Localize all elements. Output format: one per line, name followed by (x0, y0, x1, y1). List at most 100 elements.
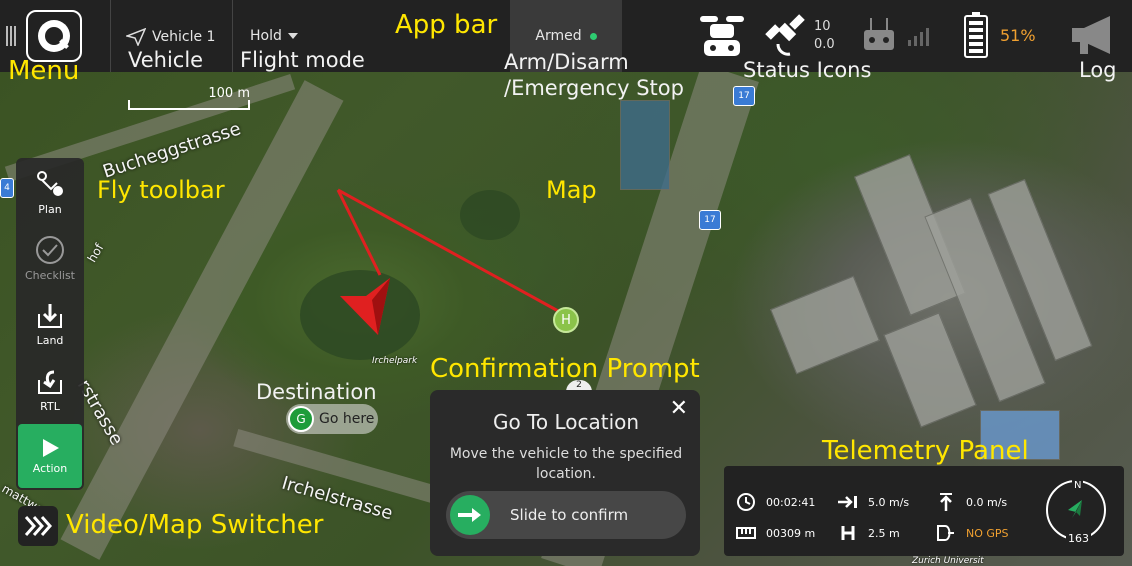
gps-readout: 10 0.0 (814, 18, 835, 54)
scale-line (128, 108, 250, 110)
clock-icon (736, 492, 756, 512)
annotation-vehicle: Vehicle (128, 48, 204, 72)
vehicle-label: Vehicle 1 (152, 29, 216, 45)
gps-status-value: NO GPS (966, 526, 1009, 540)
double-chevron-right-icon (24, 516, 53, 536)
confirmation-prompt: Go To Location ✕ Move the vehicle to the… (430, 390, 700, 556)
vehicle-selector[interactable]: Vehicle 1 (126, 28, 215, 46)
arrow-right-icon (458, 508, 481, 522)
telemetry-panel[interactable]: 00:02:41 00309 m 5.0 m/s 2.5 m 0.0 m/s N… (724, 466, 1124, 556)
go-here-label: Go here (319, 411, 375, 427)
land-button[interactable]: Land (16, 292, 84, 356)
arrow-to-line-icon (838, 492, 858, 512)
distance-cell: 00309 m (736, 523, 815, 543)
satellite-icon[interactable] (764, 14, 808, 58)
rtl-button[interactable]: RTL (16, 358, 84, 422)
route-badge: 17 (699, 210, 721, 230)
drone-status-icon[interactable] (696, 12, 748, 60)
compass: N 163 (1046, 480, 1106, 545)
divider (110, 0, 111, 72)
flight-time-value: 00:02:41 (766, 495, 816, 509)
altitude-cell: 2.5 m (838, 523, 900, 543)
gps-status-cell: NO GPS (936, 523, 1009, 543)
ruler-icon (736, 523, 756, 543)
scale-tick (248, 100, 250, 110)
annotation-telemetry-panel: Telemetry Panel (822, 436, 1029, 466)
annotation-flight-mode: Flight mode (240, 48, 365, 72)
route-badge: 4 (0, 178, 14, 198)
battery-icon[interactable] (964, 12, 988, 58)
return-home-icon (38, 370, 62, 394)
arrow-up-icon (936, 492, 956, 512)
paper-plane-icon (126, 28, 146, 46)
checkmark-circle-icon (36, 235, 64, 264)
action-label: Action (32, 461, 68, 475)
annotation-status-icons: Status Icons (743, 58, 872, 82)
annotation-map: Map (546, 176, 597, 204)
video-map-switcher[interactable] (18, 506, 58, 546)
arm-status-dot (589, 32, 597, 40)
divider (232, 0, 233, 72)
map-label: Zurich Universit (912, 556, 984, 566)
fly-toolbar: Plan Checklist Land RTL Action (16, 158, 84, 490)
scale-tick (128, 100, 130, 110)
menu-button[interactable] (26, 10, 82, 62)
prompt-message: Move the vehicle to the specified locati… (449, 446, 683, 482)
annotation-app-bar: App bar (395, 10, 498, 40)
menu-grip-icon[interactable] (6, 26, 18, 46)
gps-sat-count: 10 (814, 19, 831, 34)
h-speed-value: 5.0 m/s (868, 495, 910, 509)
annotation-fly-toolbar: Fly toolbar (97, 176, 225, 204)
annotation-emergency-stop: /Emergency Stop (504, 76, 684, 100)
gps-lock-icon (936, 523, 956, 543)
map-scale: 100 m (128, 86, 250, 120)
v-speed-cell: 0.0 m/s (936, 492, 1007, 512)
annotation-arm-disarm: Arm/Disarm (504, 50, 629, 74)
checklist-button[interactable]: Checklist (16, 226, 84, 290)
close-icon[interactable]: ✕ (670, 396, 688, 421)
annotation-menu: Menu (8, 56, 80, 86)
flight-mode-selector[interactable]: Hold (250, 28, 298, 44)
plan-label: Plan (38, 202, 62, 216)
slider-label: Slide to confirm (510, 506, 629, 524)
slider-knob[interactable] (450, 495, 490, 535)
app-root: { "app_bar": { "vehicle_label": "Vehicle… (0, 0, 1132, 566)
plan-button[interactable]: Plan (16, 160, 84, 224)
goto-marker: G (288, 406, 314, 432)
signal-bars-icon (908, 28, 929, 46)
land-icon (38, 303, 62, 328)
annotation-destination: Destination (256, 380, 377, 404)
distance-value: 00309 m (766, 526, 816, 540)
qgc-logo-icon (38, 20, 70, 52)
megaphone-icon[interactable] (1070, 14, 1116, 58)
rtl-label: RTL (40, 399, 60, 413)
gps-hdop: 0.0 (814, 37, 835, 52)
scale-label: 100 m (208, 86, 250, 101)
land-label: Land (36, 333, 64, 347)
flight-mode-label: Hold (250, 28, 282, 44)
annotation-confirmation-prompt: Confirmation Prompt (430, 354, 700, 384)
park-label: Irchelpark (372, 356, 418, 366)
annotation-log: Log (1079, 58, 1117, 82)
altitude-value: 2.5 m (868, 526, 900, 540)
v-speed-value: 0.0 m/s (966, 495, 1008, 509)
route-badge: 17 (733, 86, 755, 106)
home-marker[interactable]: H (553, 307, 579, 333)
battery-percent: 51% (1000, 26, 1036, 45)
heading-value: 163 (1066, 532, 1091, 545)
checklist-label: Checklist (25, 268, 75, 282)
action-button[interactable]: Action (18, 424, 82, 488)
prompt-title: Go To Location (492, 410, 640, 434)
arm-status-label: Armed (535, 28, 582, 44)
go-here-chip[interactable]: G Go here (286, 404, 378, 434)
plan-route-icon (37, 170, 63, 196)
annotation-video-map-switcher: Video/Map Switcher (66, 510, 324, 540)
chevron-down-icon (287, 33, 298, 39)
play-icon (43, 438, 59, 457)
rc-remote-icon[interactable] (862, 18, 896, 54)
h-speed-cell: 5.0 m/s (838, 492, 909, 512)
altitude-h-icon (838, 523, 858, 543)
heading-arrow-icon (1068, 500, 1082, 518)
slide-to-confirm[interactable]: Slide to confirm (446, 491, 686, 539)
flight-time-cell: 00:02:41 (736, 492, 815, 512)
